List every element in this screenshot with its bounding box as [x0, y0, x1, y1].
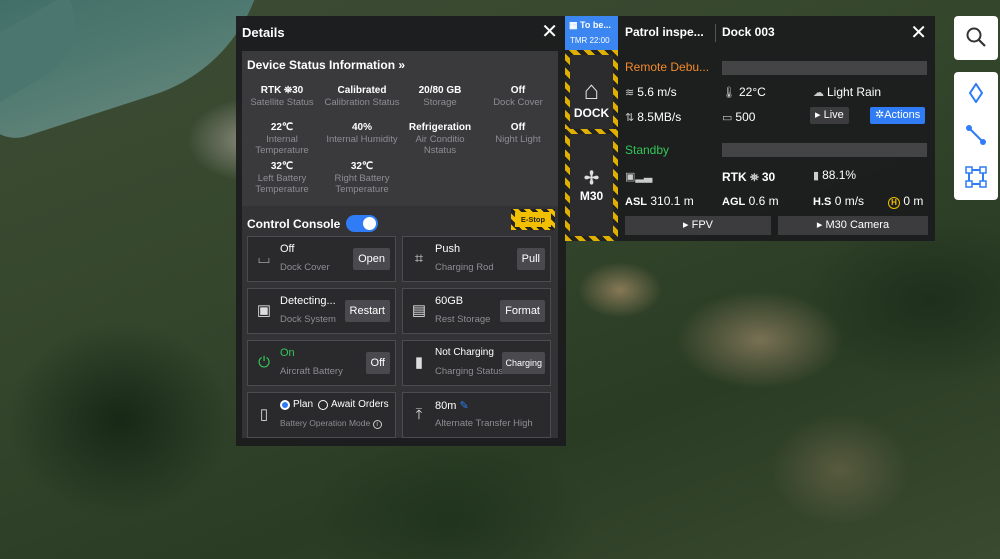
- control-charging-rod: ⌗ Push Charging Rod Pull: [402, 236, 551, 282]
- plan-radio[interactable]: [280, 399, 290, 410]
- search-tool[interactable]: [954, 16, 998, 60]
- status-storage: 20/80 GB Storage: [418, 85, 462, 108]
- control-charging-status: ▮ Not Charging Charging Status Charging: [402, 340, 551, 386]
- status-dock-cover: Off Dock Cover: [493, 85, 543, 108]
- network-speed: ⇅ 8.5MB/s: [625, 110, 682, 124]
- status-air-conditioner: Refrigeration Air Conditio Nstatus: [408, 122, 472, 156]
- signal-icon: ▣▂▃: [625, 171, 653, 183]
- network-icon: ⇅: [625, 112, 635, 124]
- dock-panel: ▦ To be... TMR 22:00 Patrol inspe... Doc…: [565, 16, 935, 241]
- line-tool[interactable]: [954, 114, 998, 156]
- device-status-card: Device Status Information » RTK ⛯30 Satel…: [242, 51, 558, 216]
- edit-icon[interactable]: ✎: [459, 400, 468, 412]
- status-right-battery-temp: 32℃ Right Battery Temperature: [334, 161, 390, 195]
- drone-icon: ✢: [583, 167, 600, 188]
- actions-icon: ✲: [875, 109, 885, 121]
- drone-home-distance: H 0 m: [888, 194, 923, 209]
- control-transfer-height: ⤒ 80m ✎ Alternate Transfer High: [402, 392, 551, 438]
- power-icon: ⏻: [258, 354, 270, 371]
- control-battery-mode: ▯ Plan Await Orders Battery Operation Mo…: [247, 392, 396, 438]
- cloud-rain-icon: ☁: [813, 87, 824, 99]
- live-button[interactable]: ▸ Live: [810, 107, 849, 124]
- battery-icon: ▮: [813, 170, 820, 182]
- console-toggle[interactable]: [346, 215, 379, 232]
- calendar-icon: ▦: [569, 20, 578, 30]
- thermometer-icon: 🌡: [722, 87, 736, 99]
- control-dock-system: ▣ Detecting... Dock System Restart: [247, 288, 396, 334]
- info-icon[interactable]: i: [372, 420, 382, 429]
- video-icon: ▸: [815, 109, 821, 121]
- video-icon: ▸: [816, 219, 823, 231]
- control-aircraft-battery: ⏻ On Aircraft Battery Off: [247, 340, 396, 386]
- charging-rod-icon: ⌗: [414, 250, 424, 267]
- control-dock-cover: ⌴ Off Dock Cover Open: [247, 236, 396, 282]
- drone-horizontal-speed: H.S 0 m/s: [813, 194, 865, 208]
- drone-status: Standby: [625, 143, 670, 157]
- control-console-header: Control Console: [247, 215, 379, 232]
- polygon-icon: [965, 166, 987, 188]
- details-title: Details: [242, 24, 285, 40]
- drone-agl: AGL 0.6 m: [722, 194, 779, 208]
- folder-icon: ▭: [722, 112, 733, 124]
- dock-status-bar: [722, 61, 927, 75]
- fpv-button[interactable]: ▸ FPV: [625, 216, 771, 235]
- device-status-title[interactable]: Device Status Information »: [247, 58, 405, 72]
- satellite-icon: ⛯: [750, 172, 759, 184]
- status-internal-humidity: 40% Internal Humidity: [326, 122, 398, 145]
- status-calibration: Calibrated Calibration Status: [324, 85, 400, 108]
- temperature: 🌡 22°C: [722, 85, 766, 99]
- close-icon[interactable]: ✕: [541, 22, 558, 42]
- wind-speed: ≋ 5.6 m/s: [625, 85, 677, 99]
- status-internal-temp: 22℃ Internal Temperature: [255, 122, 309, 156]
- marker-icon: [968, 83, 984, 103]
- altitude-icon: ⤒: [415, 406, 423, 423]
- details-header: Details ✕: [236, 16, 566, 48]
- video-icon: ▸: [683, 219, 689, 231]
- battery-icon: ▮: [414, 354, 424, 371]
- area-tool[interactable]: [954, 156, 998, 198]
- battery-mode-icon: ▯: [259, 406, 269, 423]
- status-left-battery-temp: 32℃ Left Battery Temperature: [255, 161, 309, 195]
- dock-name: Dock 003: [722, 25, 775, 39]
- drone-asl: ASL 310.1 m: [625, 194, 694, 208]
- drone-rtk: RTK ⛯ 30: [722, 170, 776, 184]
- pull-charging-rod-button[interactable]: Pull: [516, 248, 545, 270]
- actions-button[interactable]: ✲Actions: [870, 107, 926, 124]
- drone-thumbnail[interactable]: ✢ M30: [565, 129, 618, 241]
- close-icon[interactable]: ✕: [910, 23, 927, 43]
- dock-status: Remote Debu...: [625, 60, 710, 74]
- dock-system-icon: ▣: [256, 302, 272, 319]
- signal-strength: ▣▂▃: [625, 169, 655, 183]
- dock-icon: ⌂: [583, 75, 600, 105]
- status-satellite: RTK ⛯30 Satellite Status: [250, 85, 314, 108]
- await-orders-radio[interactable]: [318, 399, 329, 410]
- open-dock-cover-button[interactable]: Open: [353, 248, 390, 270]
- wind-icon: ≋: [625, 87, 635, 99]
- charging-button[interactable]: Charging: [502, 352, 545, 374]
- status-night-light: Off Night Light: [495, 122, 541, 145]
- restart-dock-button[interactable]: Restart: [344, 300, 390, 322]
- details-panel: Details ✕ Device Status Information » RT…: [236, 16, 566, 446]
- weather: ☁ Light Rain: [813, 85, 882, 99]
- dock-cover-icon: ⌴: [257, 250, 270, 267]
- task-name: Patrol inspe...: [625, 25, 704, 39]
- drawing-tools: [954, 72, 998, 200]
- aircraft-battery-off-button[interactable]: Off: [365, 352, 390, 374]
- control-rest-storage: ▤ 60GB Rest Storage Format: [402, 288, 551, 334]
- media-count: ▭ 500: [722, 110, 756, 124]
- format-storage-button[interactable]: Format: [500, 300, 545, 322]
- point-tool[interactable]: [954, 72, 998, 114]
- storage-icon: ▤: [411, 302, 427, 319]
- task-badge[interactable]: ▦ To be... TMR 22:00: [565, 16, 618, 50]
- home-icon: H: [888, 197, 900, 209]
- search-icon: [966, 27, 986, 47]
- drone-status-bar: [722, 143, 927, 157]
- control-console-title: Control Console: [247, 216, 341, 231]
- m30-camera-button[interactable]: ▸ M30 Camera: [778, 216, 928, 235]
- control-console-card: Control Console E-Stop ⌴ Off Dock Cover …: [242, 206, 558, 438]
- estop-button[interactable]: E-Stop: [511, 209, 555, 230]
- polyline-icon: [966, 125, 986, 145]
- drone-battery: ▮ 88.1%: [813, 168, 857, 182]
